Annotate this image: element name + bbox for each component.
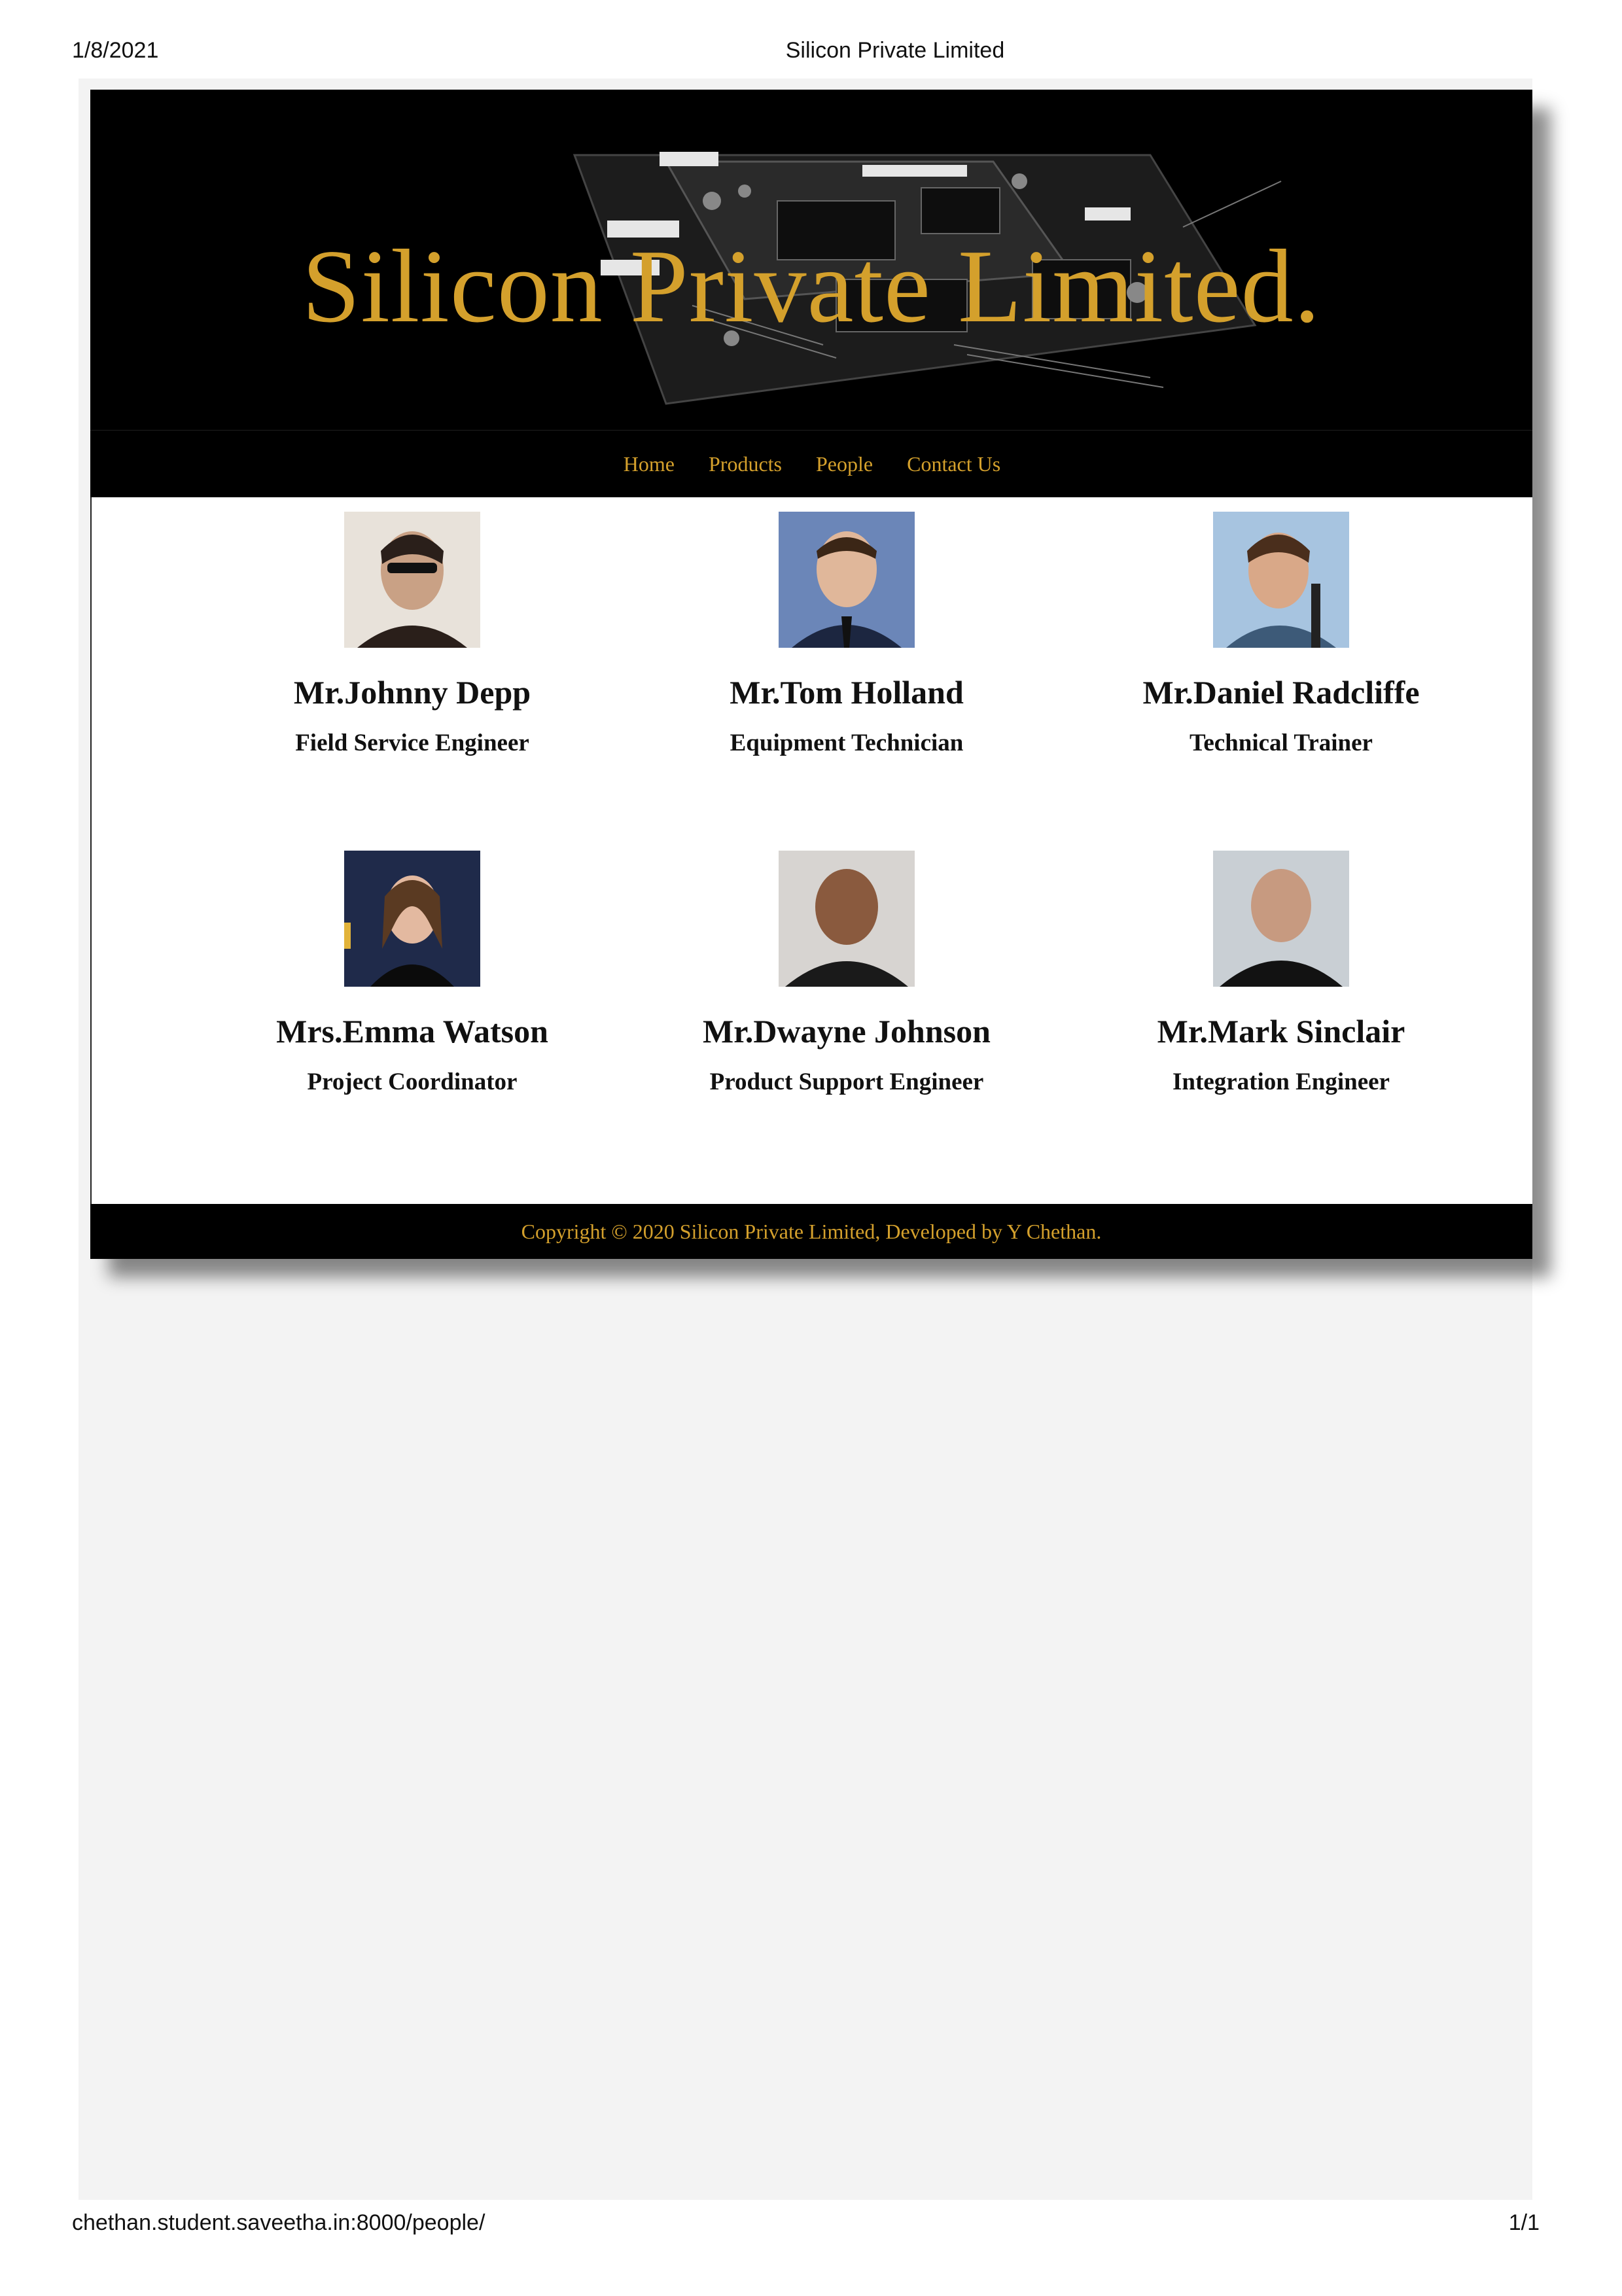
nav-people[interactable]: People (815, 452, 873, 476)
print-page-number: 1/1 (1508, 2210, 1540, 2235)
person-card: Mr.Dwayne Johnson Product Support Engine… (663, 851, 1030, 1098)
person-role: Product Support Engineer (709, 1069, 984, 1095)
person-photo (344, 851, 480, 987)
person-card: Mr.Daniel Radcliffe Technical Trainer (1098, 512, 1464, 759)
person-name: Mrs.Emma Watson (276, 1013, 548, 1050)
site-container: Silicon Private Limited. Home Products P… (90, 90, 1532, 1259)
person-photo (1213, 851, 1349, 987)
person-card: Mr.Mark Sinclair Integration Engineer (1098, 851, 1464, 1098)
person-role: Integration Engineer (1172, 1069, 1390, 1095)
print-url: chethan.student.saveetha.in:8000/people/ (72, 2210, 485, 2235)
nav-home[interactable]: Home (622, 452, 675, 476)
nav-products[interactable]: Products (707, 452, 782, 476)
person-name: Mr.Johnny Depp (293, 674, 531, 711)
print-footer: chethan.student.saveetha.in:8000/people/… (0, 2210, 1622, 2242)
person-role: Field Service Engineer (295, 730, 529, 756)
print-title: Silicon Private Limited (785, 38, 1005, 63)
person-photo (344, 512, 480, 648)
person-card: Mrs.Emma Watson Project Coordinator (229, 851, 595, 1098)
nav-contact-us[interactable]: Contact Us (906, 452, 1000, 476)
person-role: Project Coordinator (307, 1069, 518, 1095)
person-photo (779, 512, 915, 648)
site-title: Silicon Private Limited. (302, 228, 1321, 344)
person-photo (1213, 512, 1349, 648)
person-role: Technical Trainer (1190, 730, 1373, 756)
person-name: Mr.Daniel Radcliffe (1142, 674, 1420, 711)
print-header: 1/8/2021 Silicon Private Limited (0, 38, 1622, 69)
person-card: Mr.Johnny Depp Field Service Engineer (229, 512, 595, 759)
person-card: Mr.Tom Holland Equipment Technician (663, 512, 1030, 759)
browser-viewport: Silicon Private Limited. Home Products P… (79, 79, 1532, 2200)
person-photo (779, 851, 915, 987)
site-footer: Copyright © 2020 Silicon Private Limited… (90, 1204, 1532, 1259)
person-role: Equipment Technician (730, 730, 964, 756)
banner: Silicon Private Limited. (90, 90, 1532, 430)
person-name: Mr.Mark Sinclair (1157, 1013, 1405, 1050)
main-nav: Home Products People Contact Us (90, 430, 1532, 497)
people-grid: Mr.Johnny Depp Field Service Engineer Mr… (90, 497, 1532, 1204)
person-name: Mr.Dwayne Johnson (703, 1013, 991, 1050)
person-name: Mr.Tom Holland (730, 674, 964, 711)
